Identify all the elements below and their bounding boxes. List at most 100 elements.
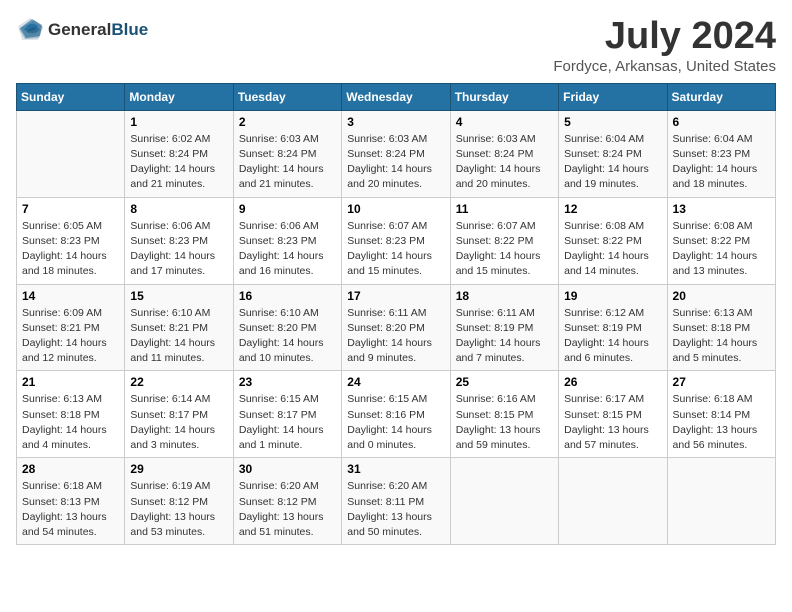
calendar-cell: 23 Sunrise: 6:15 AM Sunset: 8:17 PM Dayli… [233,371,341,458]
week-row-2: 7 Sunrise: 6:05 AM Sunset: 8:23 PM Daylig… [17,197,776,284]
calendar-table: SundayMondayTuesdayWednesdayThursdayFrid… [16,83,776,545]
day-info: Sunrise: 6:11 AM Sunset: 8:19 PM Dayligh… [456,306,553,367]
calendar-cell: 29 Sunrise: 6:19 AM Sunset: 8:12 PM Dayli… [125,458,233,545]
day-number: 10 [347,202,444,216]
day-number: 22 [130,375,227,389]
day-info: Sunrise: 6:03 AM Sunset: 8:24 PM Dayligh… [347,132,444,193]
calendar-cell: 24 Sunrise: 6:15 AM Sunset: 8:16 PM Dayli… [342,371,450,458]
page-title: July 2024 [553,16,776,58]
calendar-cell: 12 Sunrise: 6:08 AM Sunset: 8:22 PM Dayli… [559,197,667,284]
day-info: Sunrise: 6:08 AM Sunset: 8:22 PM Dayligh… [564,219,661,280]
header-row: SundayMondayTuesdayWednesdayThursdayFrid… [17,83,776,110]
calendar-cell: 2Sunrise: 6:03 AM Sunset: 8:24 PM Daylig… [233,110,341,197]
header-day-saturday: Saturday [667,83,775,110]
day-info: Sunrise: 6:16 AM Sunset: 8:15 PM Dayligh… [456,392,553,453]
day-info: Sunrise: 6:08 AM Sunset: 8:22 PM Dayligh… [673,219,770,280]
day-info: Sunrise: 6:10 AM Sunset: 8:20 PM Dayligh… [239,306,336,367]
day-number: 30 [239,462,336,476]
header-day-friday: Friday [559,83,667,110]
calendar-cell: 8Sunrise: 6:06 AM Sunset: 8:23 PM Daylig… [125,197,233,284]
day-info: Sunrise: 6:03 AM Sunset: 8:24 PM Dayligh… [456,132,553,193]
day-number: 24 [347,375,444,389]
calendar-cell: 28Sunrise: 6:18 AM Sunset: 8:13 PM Dayli… [17,458,125,545]
day-number: 7 [22,202,119,216]
day-number: 25 [456,375,553,389]
day-number: 6 [673,115,770,129]
day-info: Sunrise: 6:18 AM Sunset: 8:14 PM Dayligh… [673,392,770,453]
day-number: 9 [239,202,336,216]
week-row-4: 21 Sunrise: 6:13 AM Sunset: 8:18 PM Dayli… [17,371,776,458]
day-number: 18 [456,289,553,303]
day-info: Sunrise: 6:03 AM Sunset: 8:24 PM Dayligh… [239,132,336,193]
day-number: 20 [673,289,770,303]
day-info: Sunrise: 6:10 AM Sunset: 8:21 PM Dayligh… [130,306,227,367]
logo: General Blue [16,16,148,44]
week-row-5: 28Sunrise: 6:18 AM Sunset: 8:13 PM Dayli… [17,458,776,545]
day-info: Sunrise: 6:12 AM Sunset: 8:19 PM Dayligh… [564,306,661,367]
day-info: Sunrise: 6:07 AM Sunset: 8:22 PM Dayligh… [456,219,553,280]
calendar-cell: 26 Sunrise: 6:17 AM Sunset: 8:15 PM Dayli… [559,371,667,458]
title-area: July 2024 Fordyce, Arkansas, United Stat… [553,16,776,75]
header-day-tuesday: Tuesday [233,83,341,110]
day-info: Sunrise: 6:06 AM Sunset: 8:23 PM Dayligh… [239,219,336,280]
calendar-cell: 6 Sunrise: 6:04 AM Sunset: 8:23 PM Daylig… [667,110,775,197]
day-info: Sunrise: 6:15 AM Sunset: 8:16 PM Dayligh… [347,392,444,453]
header-day-wednesday: Wednesday [342,83,450,110]
calendar-cell: 3 Sunrise: 6:03 AM Sunset: 8:24 PM Daylig… [342,110,450,197]
week-row-3: 14Sunrise: 6:09 AM Sunset: 8:21 PM Dayli… [17,284,776,371]
day-number: 15 [130,289,227,303]
week-row-1: 1Sunrise: 6:02 AM Sunset: 8:24 PM Daylig… [17,110,776,197]
calendar-cell [450,458,558,545]
day-info: Sunrise: 6:04 AM Sunset: 8:23 PM Dayligh… [673,132,770,193]
day-info: Sunrise: 6:11 AM Sunset: 8:20 PM Dayligh… [347,306,444,367]
day-number: 19 [564,289,661,303]
calendar-cell: 5Sunrise: 6:04 AM Sunset: 8:24 PM Daylig… [559,110,667,197]
calendar-cell: 4 Sunrise: 6:03 AM Sunset: 8:24 PM Daylig… [450,110,558,197]
day-info: Sunrise: 6:15 AM Sunset: 8:17 PM Dayligh… [239,392,336,453]
calendar-cell: 13Sunrise: 6:08 AM Sunset: 8:22 PM Dayli… [667,197,775,284]
day-number: 28 [22,462,119,476]
day-info: Sunrise: 6:20 AM Sunset: 8:11 PM Dayligh… [347,479,444,540]
day-number: 12 [564,202,661,216]
day-number: 3 [347,115,444,129]
day-info: Sunrise: 6:02 AM Sunset: 8:24 PM Dayligh… [130,132,227,193]
calendar-cell: 27 Sunrise: 6:18 AM Sunset: 8:14 PM Dayli… [667,371,775,458]
logo-icon [16,16,44,44]
calendar-cell: 7 Sunrise: 6:05 AM Sunset: 8:23 PM Daylig… [17,197,125,284]
calendar-cell: 30Sunrise: 6:20 AM Sunset: 8:12 PM Dayli… [233,458,341,545]
day-info: Sunrise: 6:13 AM Sunset: 8:18 PM Dayligh… [22,392,119,453]
page-subtitle: Fordyce, Arkansas, United States [553,58,776,75]
calendar-cell: 10 Sunrise: 6:07 AM Sunset: 8:23 PM Dayli… [342,197,450,284]
logo-general: General [48,21,111,40]
day-info: Sunrise: 6:17 AM Sunset: 8:15 PM Dayligh… [564,392,661,453]
day-number: 11 [456,202,553,216]
calendar-cell: 21 Sunrise: 6:13 AM Sunset: 8:18 PM Dayli… [17,371,125,458]
calendar-cell: 19 Sunrise: 6:12 AM Sunset: 8:19 PM Dayli… [559,284,667,371]
day-info: Sunrise: 6:04 AM Sunset: 8:24 PM Dayligh… [564,132,661,193]
calendar-cell: 14Sunrise: 6:09 AM Sunset: 8:21 PM Dayli… [17,284,125,371]
day-info: Sunrise: 6:14 AM Sunset: 8:17 PM Dayligh… [130,392,227,453]
day-number: 14 [22,289,119,303]
header-day-monday: Monday [125,83,233,110]
header-day-sunday: Sunday [17,83,125,110]
calendar-cell [17,110,125,197]
day-number: 29 [130,462,227,476]
day-number: 27 [673,375,770,389]
calendar-cell: 18 Sunrise: 6:11 AM Sunset: 8:19 PM Dayli… [450,284,558,371]
day-number: 26 [564,375,661,389]
calendar-cell: 15 Sunrise: 6:10 AM Sunset: 8:21 PM Dayli… [125,284,233,371]
day-number: 21 [22,375,119,389]
header-day-thursday: Thursday [450,83,558,110]
day-number: 4 [456,115,553,129]
day-info: Sunrise: 6:19 AM Sunset: 8:12 PM Dayligh… [130,479,227,540]
day-info: Sunrise: 6:13 AM Sunset: 8:18 PM Dayligh… [673,306,770,367]
day-info: Sunrise: 6:07 AM Sunset: 8:23 PM Dayligh… [347,219,444,280]
calendar-cell: 20 Sunrise: 6:13 AM Sunset: 8:18 PM Dayli… [667,284,775,371]
day-number: 17 [347,289,444,303]
calendar-cell [559,458,667,545]
calendar-cell [667,458,775,545]
day-number: 23 [239,375,336,389]
day-number: 16 [239,289,336,303]
day-info: Sunrise: 6:05 AM Sunset: 8:23 PM Dayligh… [22,219,119,280]
calendar-cell: 1Sunrise: 6:02 AM Sunset: 8:24 PM Daylig… [125,110,233,197]
